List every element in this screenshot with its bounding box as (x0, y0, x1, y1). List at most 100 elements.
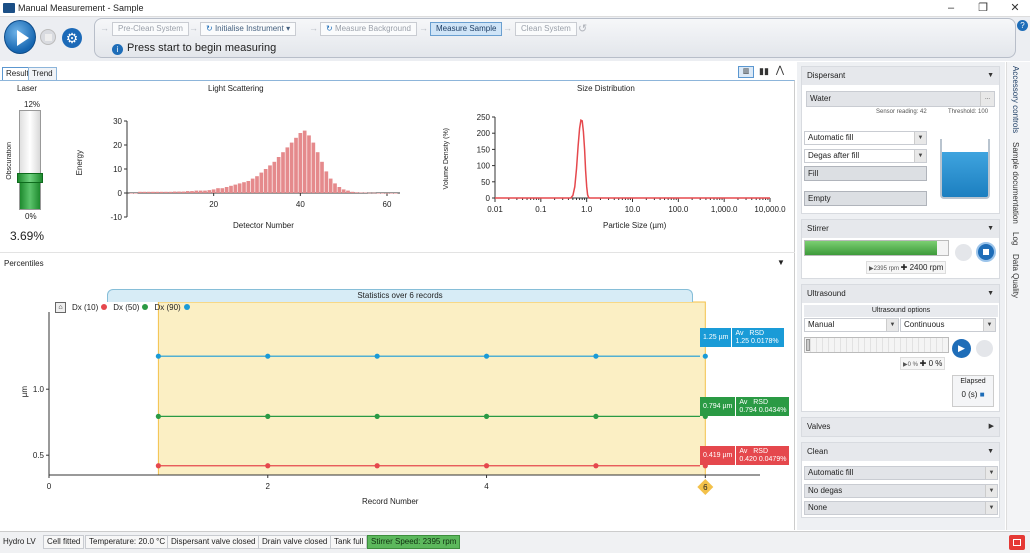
av-label: Av (739, 399, 748, 406)
emergency-stop-button[interactable] (1009, 535, 1025, 550)
y-tick-label: 200 (477, 129, 491, 138)
av-label: Av (739, 448, 748, 455)
legend-dx50: Dx (50) (113, 303, 140, 312)
data-point (702, 353, 708, 359)
bar (268, 165, 272, 193)
x-tick-label: 0.01 (487, 205, 503, 214)
distribution-line (495, 119, 770, 199)
stirrer-unit: rpm (929, 263, 944, 272)
ultrasound-mode-select[interactable]: Manual ▼ (804, 318, 899, 332)
av-value: 0.420 (739, 456, 757, 463)
ultrasound-duty-select[interactable]: Continuous ▼ (900, 318, 996, 332)
bar (242, 182, 246, 193)
degas-select[interactable]: Degas after fill ▼ (804, 149, 927, 163)
light-scattering-chart: -10 0 10 20 30 20 40 60 (110, 117, 400, 222)
ultrasound-slider[interactable] (804, 337, 949, 353)
stop-button[interactable] (40, 29, 56, 45)
step-measure-background[interactable]: ↻ Measure Background (320, 22, 417, 36)
collapse-icon[interactable]: ▼ (777, 258, 785, 267)
data-point (593, 413, 599, 419)
step-pre-clean[interactable]: Pre-Clean System (112, 22, 189, 36)
x-tick-label: 10,000.0 (754, 205, 786, 214)
clean-other-select[interactable]: None ▼ (804, 501, 998, 515)
dispersant-header[interactable]: Dispersant ▼ (802, 67, 999, 85)
ultrasound-stop-button[interactable] (976, 340, 993, 357)
bar (159, 191, 164, 193)
stirrer-stop-button[interactable] (976, 242, 996, 262)
arrow-icon: → (100, 23, 109, 33)
stirrer-readout: ▶2395 rpm ✚ 2400 rpm (866, 261, 947, 274)
legend-dx10: Dx (10) (72, 303, 99, 312)
minimize-icon[interactable]: – (940, 1, 962, 16)
settings-gear-icon[interactable]: ⚙ (62, 28, 82, 48)
y-tick-label: 1.0 (33, 385, 45, 394)
y-tick-label: 150 (477, 145, 491, 154)
stirrer-panel: Stirrer ▼ ▶2395 rpm ✚ 2400 rpm (801, 219, 1000, 279)
arrow-icon: → (309, 23, 318, 33)
bar (194, 190, 199, 193)
stat-dx10-detail: Av RSD 0.420 0.0479% (735, 446, 790, 465)
side-tab-accessory-controls[interactable]: Accessory controls (1011, 66, 1020, 133)
legend-toggle-icon[interactable]: ⌂ (55, 302, 66, 313)
stirrer-header[interactable]: Stirrer ▼ (802, 220, 999, 238)
rsd-label: RSD (749, 330, 765, 337)
help-icon[interactable]: ? (1017, 20, 1028, 31)
clean-degas-select[interactable]: No degas ▼ (804, 484, 998, 498)
stirrer-slider[interactable] (804, 240, 949, 256)
bar (229, 185, 233, 193)
valves-header[interactable]: Valves ▶ (802, 418, 999, 436)
ultrasound-header[interactable]: Ultrasound ▼ (802, 285, 999, 303)
ultrasound-options-label: Ultrasound options (804, 305, 998, 317)
percentiles-ylabel: µm (20, 386, 29, 398)
view-combined-icon[interactable]: ▥ (738, 66, 754, 78)
close-icon[interactable]: ✕ (1004, 1, 1026, 16)
clean-panel: Clean ▼ Automatic fill ▼ No degas ▼ None ▼ (801, 442, 1000, 518)
step-clean-system[interactable]: Clean System (515, 22, 577, 36)
x-tick-label: 4 (484, 482, 489, 491)
start-button[interactable] (4, 20, 36, 54)
bar (324, 171, 329, 193)
clean-header[interactable]: Clean ▼ (802, 443, 999, 461)
ellipsis-icon[interactable]: ... (980, 92, 994, 106)
fill-mode-select[interactable]: Automatic fill ▼ (804, 131, 927, 145)
reset-icon[interactable]: ■ (980, 390, 985, 399)
dispersant-name: Water (810, 94, 832, 103)
av-value: 0.794 (739, 407, 757, 414)
chevron-down-icon: ▾ (283, 24, 291, 33)
stirrer-play-button[interactable] (955, 244, 972, 261)
elapsed-label: Elapsed (960, 378, 986, 385)
clean-fill-select[interactable]: Automatic fill ▼ (804, 466, 998, 480)
bar (294, 137, 298, 193)
dispersant-name-field[interactable]: Water... (806, 91, 995, 107)
ultrasound-actual: 0 % (907, 362, 918, 368)
restore-icon[interactable]: ❐ (972, 1, 994, 16)
sensor-reading: Sensor reading: 42 (876, 109, 927, 115)
clean-degas-value: No degas (808, 486, 843, 495)
bar (216, 188, 220, 193)
step-initialise[interactable]: ↻ Initialise Instrument ▾ (200, 22, 297, 36)
view-bars-icon[interactable]: ▮▮ (757, 66, 771, 78)
side-tab-sample-documentation[interactable]: Sample documentation (1011, 142, 1020, 224)
y-tick-label: 30 (113, 117, 122, 126)
chevron-down-icon: ▼ (983, 319, 995, 331)
bar (363, 192, 368, 194)
view-curve-icon[interactable]: ⋀ (773, 65, 787, 77)
y-tick-label: -10 (110, 213, 122, 222)
data-point (265, 413, 271, 419)
side-tab-log[interactable]: Log (1011, 232, 1020, 245)
instruction-text: i Press start to begin measuring (112, 42, 276, 55)
fill-button[interactable]: Fill (804, 166, 927, 181)
legend-dot-blue (183, 304, 190, 310)
stat-box-dx10: 0.419 µm Av RSD 0.420 0.0479% (700, 446, 790, 465)
statistics-banner: Statistics over 6 records (107, 289, 693, 302)
status-tank: Tank full (330, 535, 368, 549)
data-point (265, 463, 271, 469)
ultrasound-slider-thumb[interactable] (806, 339, 810, 351)
ultrasound-play-button[interactable]: ▶ (952, 339, 971, 358)
empty-button[interactable]: Empty (804, 191, 927, 206)
side-tab-data-quality[interactable]: Data Quality (1011, 254, 1020, 298)
elapsed-box: Elapsed 0 (s) ■ (952, 375, 994, 407)
step-measure-sample[interactable]: Measure Sample (430, 22, 503, 36)
tab-trend[interactable]: Trend (28, 67, 57, 80)
bar (337, 187, 342, 193)
